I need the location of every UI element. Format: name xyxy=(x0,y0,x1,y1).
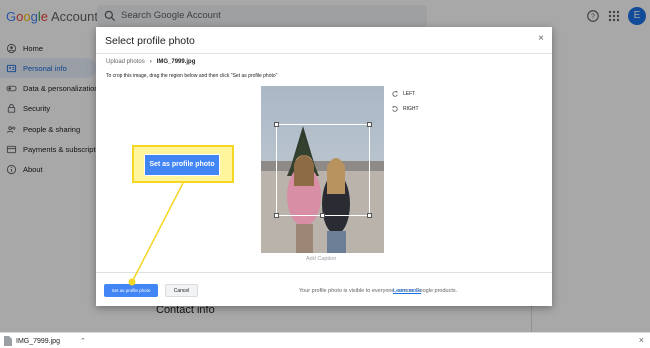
close-icon[interactable]: × xyxy=(538,33,544,44)
crop-handle[interactable] xyxy=(274,122,279,127)
download-file-name: IMG_7999.jpg xyxy=(16,337,60,345)
rotate-right-icon xyxy=(392,105,398,112)
crop-handle[interactable] xyxy=(367,122,372,127)
learn-more-link[interactable]: Learn more xyxy=(393,288,421,294)
rotate-right-button[interactable]: RIGHT xyxy=(391,105,419,113)
rotate-right-label: RIGHT xyxy=(403,106,419,112)
breadcrumb-file: IMG_7999.jpg xyxy=(156,59,196,65)
dialog-divider xyxy=(96,53,552,54)
callout-set-as-profile-photo-button: Set as profile photo xyxy=(144,154,220,176)
footer-divider xyxy=(96,272,552,273)
rotate-left-label: LEFT xyxy=(403,91,416,97)
crop-instruction: To crop this image, drag the region belo… xyxy=(106,73,278,79)
download-item[interactable]: IMG_7999.jpg ⌃ xyxy=(4,336,86,346)
add-caption-link[interactable]: Add Caption xyxy=(306,256,336,262)
crop-handle[interactable] xyxy=(367,213,372,218)
crop-region[interactable] xyxy=(274,122,372,218)
breadcrumb-upload-photos[interactable]: Upload photos xyxy=(106,59,145,65)
callout-highlight: Set as profile photo xyxy=(132,145,234,183)
cancel-button[interactable]: Cancel xyxy=(165,284,198,297)
file-icon xyxy=(4,336,12,346)
download-bar: IMG_7999.jpg ⌃ × xyxy=(0,332,650,348)
chevron-right-icon: › xyxy=(149,59,152,65)
rotate-left-button[interactable]: LEFT xyxy=(391,90,415,98)
download-bar-close[interactable]: × xyxy=(639,335,644,345)
set-as-profile-photo-button[interactable]: Set as profile photo xyxy=(104,284,158,297)
crop-handle[interactable] xyxy=(274,213,279,218)
crop-handle[interactable] xyxy=(320,213,325,218)
visibility-note: Your profile photo is visible to everyon… xyxy=(299,288,458,294)
rotate-left-icon xyxy=(392,90,398,97)
dialog-title: Select profile photo xyxy=(105,35,195,47)
chevron-down-icon[interactable]: ⌃ xyxy=(80,337,86,345)
breadcrumb: Upload photos › IMG_7999.jpg xyxy=(106,59,195,65)
